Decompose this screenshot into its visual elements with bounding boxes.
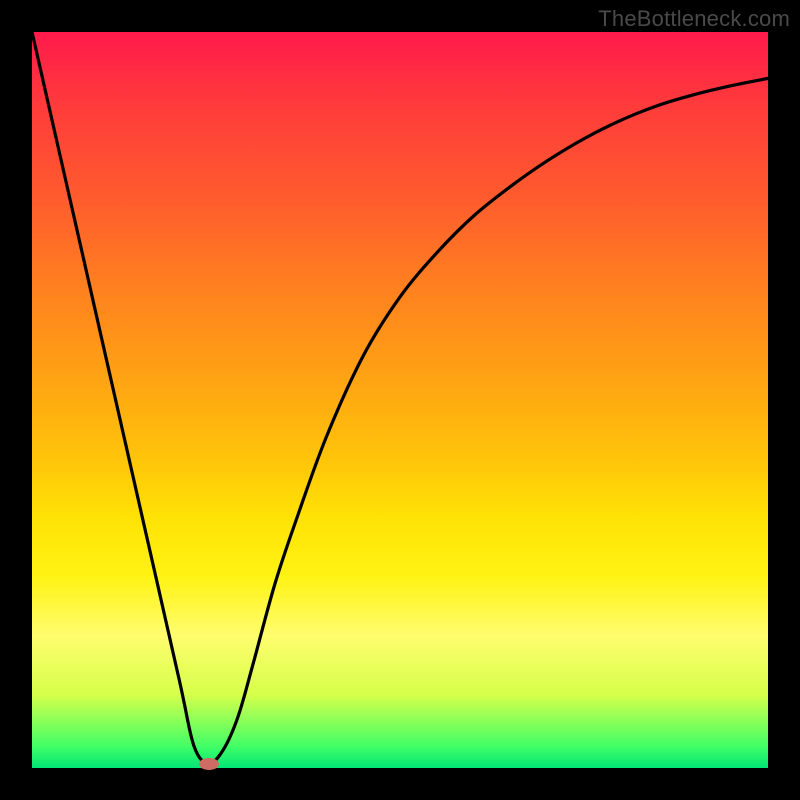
plot-area bbox=[32, 32, 768, 768]
bottleneck-marker bbox=[199, 758, 219, 770]
chart-frame: TheBottleneck.com bbox=[0, 0, 800, 800]
bottleneck-curve bbox=[32, 32, 768, 768]
attribution-text: TheBottleneck.com bbox=[598, 6, 790, 32]
